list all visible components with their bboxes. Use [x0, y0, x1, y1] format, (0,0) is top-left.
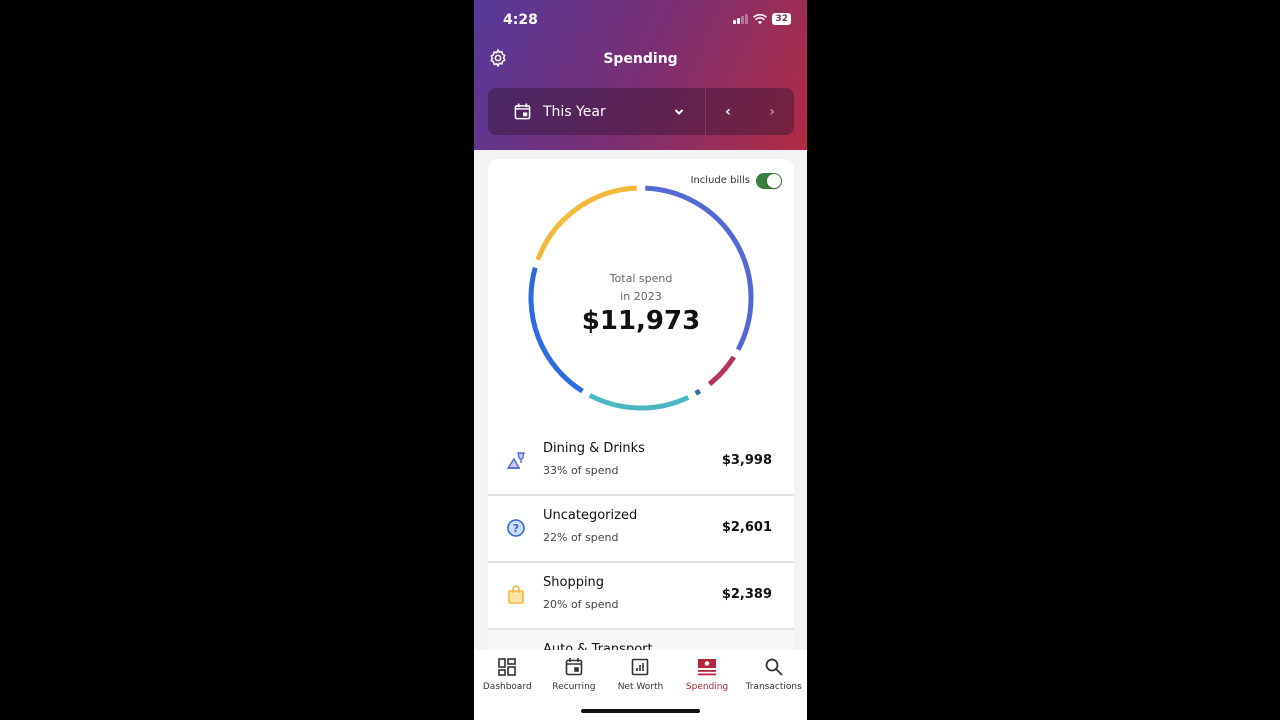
category-row-uncategorized[interactable]: ? Uncategorized 22% of spend $2,601 [488, 496, 794, 563]
category-name: Shopping [543, 575, 605, 590]
signal-icon [733, 14, 749, 24]
money-icon [698, 659, 717, 676]
spending-summary-card: Include bills Total spend in 2023 $11,97… [488, 159, 794, 429]
phone-screen: 4:28 32 Spending This Year ‹ › Include b… [474, 0, 807, 720]
donut-slice-6 [535, 185, 637, 261]
search-icon [765, 658, 783, 676]
calendar-icon [565, 658, 583, 676]
period-label: This Year [543, 103, 606, 120]
donut-slice-3 [694, 388, 702, 396]
category-percent: 20% of spend [543, 598, 619, 611]
category-percent: 22% of spend [543, 531, 619, 544]
tab-label: Transactions [745, 682, 802, 692]
battery-indicator: 32 [772, 13, 791, 25]
next-period-button[interactable]: › [769, 104, 775, 120]
category-name: Dining & Drinks [543, 441, 645, 456]
wifi-icon [753, 13, 768, 24]
question-icon: ? [507, 519, 525, 537]
period-nav: ‹ › [706, 88, 794, 135]
status-time: 4:28 [503, 12, 538, 28]
category-amount: $2,601 [721, 520, 772, 535]
tab-dashboard[interactable]: Dashboard [474, 650, 541, 720]
tab-label: Recurring [552, 682, 596, 692]
category-amount: $3,998 [721, 453, 772, 468]
tab-transactions[interactable]: Transactions [740, 650, 807, 720]
tab-label: Dashboard [482, 682, 532, 692]
tab-label: Net Worth [617, 682, 664, 692]
period-dropdown[interactable]: This Year [488, 88, 706, 135]
total-label: Total spend [609, 272, 673, 285]
chevron-down-icon [674, 108, 684, 115]
home-indicator [581, 709, 700, 713]
category-amount: $2,389 [721, 587, 772, 602]
previous-period-button[interactable]: ‹ [725, 104, 731, 120]
donut-slice-1 [707, 355, 736, 386]
shopping-bag-icon [508, 585, 524, 604]
period-selector: This Year ‹ › [488, 88, 794, 135]
category-name: Uncategorized [543, 508, 638, 523]
dashboard-icon [498, 658, 517, 676]
tab-label: Spending [685, 682, 729, 692]
total-amount: $11,973 [581, 306, 701, 336]
header: 4:28 32 Spending This Year ‹ › [474, 0, 807, 150]
category-percent: 33% of spend [543, 464, 619, 477]
page-title: Spending [603, 51, 678, 67]
total-period-label: in 2023 [620, 290, 662, 303]
category-row-dining[interactable]: Dining & Drinks 33% of spend $3,998 [488, 429, 794, 496]
calendar-icon [514, 103, 531, 120]
status-icons: 32 [733, 13, 791, 25]
svg-text:?: ? [513, 522, 519, 535]
category-row-shopping[interactable]: Shopping 20% of spend $2,389 [488, 563, 794, 630]
chart-icon [632, 658, 649, 676]
dining-icon [506, 452, 525, 469]
donut-slice-4 [588, 393, 690, 411]
